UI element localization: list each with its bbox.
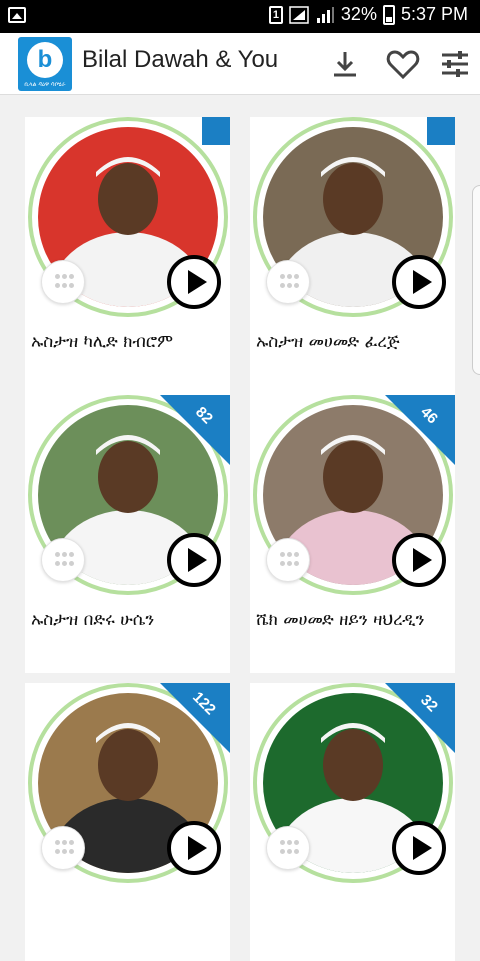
download-icon: [334, 52, 356, 77]
preacher-name[interactable]: [250, 889, 455, 901]
play-button[interactable]: [167, 533, 221, 587]
count-ribbon: [427, 117, 455, 145]
more-options-button[interactable]: [266, 538, 310, 582]
dot-icon: [280, 274, 285, 279]
scroll-handle[interactable]: [472, 185, 480, 375]
count-badge: 32: [417, 691, 441, 716]
filter-settings-button[interactable]: [436, 45, 474, 83]
dot-icon: [294, 840, 299, 845]
dot-icon: [280, 561, 285, 566]
dot-icon: [69, 561, 74, 566]
preacher-name[interactable]: ሼክ መሀመድ ዘይን ዛህረዲን: [250, 601, 455, 639]
dot-icon: [62, 552, 67, 557]
battery-icon: [382, 4, 395, 25]
dot-icon: [62, 274, 67, 279]
count-badge: 46: [417, 403, 441, 428]
dot-icon: [69, 840, 74, 845]
count-ribbon: 32: [385, 683, 455, 753]
count-badge: 122: [189, 688, 219, 719]
preacher-card[interactable]: 32: [250, 683, 455, 961]
dot-icon: [62, 849, 67, 854]
preacher-card[interactable]: ኡስታዝ መሀመድ ፈረጅ: [250, 117, 455, 395]
more-options-button[interactable]: [266, 826, 310, 870]
battery-percent: 32%: [340, 4, 377, 24]
dot-icon: [69, 849, 74, 854]
dot-icon: [55, 283, 60, 288]
more-options-button[interactable]: [266, 260, 310, 304]
count-ribbon: [202, 117, 230, 145]
dot-icon: [287, 849, 292, 854]
count-ribbon: 122: [160, 683, 230, 753]
dot-icon: [55, 840, 60, 845]
sim-icon: 1: [268, 5, 283, 24]
preacher-name[interactable]: ኡስታዝ በድሩ ሁሴን: [25, 601, 230, 639]
dot-icon: [280, 849, 285, 854]
sliders-icon: [442, 51, 468, 77]
preacher-card[interactable]: 82 ኡስታዝ በድሩ ሁሴን: [25, 395, 230, 673]
dot-icon: [69, 283, 74, 288]
count-badge: 82: [192, 403, 216, 428]
dot-icon: [62, 283, 67, 288]
dot-icon: [69, 274, 74, 279]
play-button[interactable]: [167, 255, 221, 309]
favorites-button[interactable]: [384, 45, 422, 83]
dot-icon: [280, 840, 285, 845]
preacher-card[interactable]: 122: [25, 683, 230, 961]
dot-icon: [55, 849, 60, 854]
dot-icon: [294, 561, 299, 566]
dot-icon: [62, 561, 67, 566]
status-bar: 1 32% 5:37 PM: [0, 0, 480, 33]
preacher-name[interactable]: [25, 889, 230, 901]
app-title: Bilal Dawah & You: [82, 46, 279, 73]
dot-icon: [69, 552, 74, 557]
more-options-button[interactable]: [41, 826, 85, 870]
dot-icon: [294, 849, 299, 854]
preacher-card[interactable]: ኡስታዝ ካሊድ ክብሮም: [25, 117, 230, 395]
dot-icon: [287, 274, 292, 279]
app-logo: b ቢላል ዳዕዋ ሳቦሄራ: [18, 37, 72, 91]
gallery-notification-icon: [8, 7, 26, 23]
dot-icon: [62, 840, 67, 845]
dot-icon: [55, 552, 60, 557]
signal-r-icon: [289, 5, 309, 24]
count-ribbon: 46: [385, 395, 455, 465]
dot-icon: [280, 552, 285, 557]
more-options-button[interactable]: [41, 260, 85, 304]
play-button[interactable]: [392, 821, 446, 875]
dot-icon: [287, 561, 292, 566]
download-button[interactable]: [326, 45, 364, 83]
dot-icon: [280, 283, 285, 288]
dot-icon: [294, 283, 299, 288]
count-ribbon: 82: [160, 395, 230, 465]
dot-icon: [294, 274, 299, 279]
play-button[interactable]: [392, 533, 446, 587]
dot-icon: [55, 274, 60, 279]
app-bar: b ቢላል ዳዕዋ ሳቦሄራ Bilal Dawah & You: [0, 33, 480, 95]
clock: 5:37 PM: [400, 4, 468, 24]
heart-outline-icon: [386, 50, 420, 80]
more-options-button[interactable]: [41, 538, 85, 582]
logo-letter: b: [37, 46, 53, 73]
play-button[interactable]: [167, 821, 221, 875]
dot-icon: [294, 552, 299, 557]
play-button[interactable]: [392, 255, 446, 309]
dot-icon: [287, 283, 292, 288]
status-icons: 1 32% 5:37 PM: [268, 4, 468, 25]
dot-icon: [55, 561, 60, 566]
dot-icon: [287, 552, 292, 557]
preacher-name[interactable]: ኡስታዝ ካሊድ ክብሮም: [25, 323, 230, 361]
signal-icon: [316, 6, 334, 23]
preacher-name[interactable]: ኡስታዝ መሀመድ ፈረጅ: [250, 323, 455, 361]
dot-icon: [287, 840, 292, 845]
preacher-card[interactable]: 46 ሼክ መሀመድ ዘይን ዛህረዲን: [250, 395, 455, 673]
logo-subtitle: ቢላል ዳዕዋ ሳቦሄራ: [24, 81, 66, 88]
